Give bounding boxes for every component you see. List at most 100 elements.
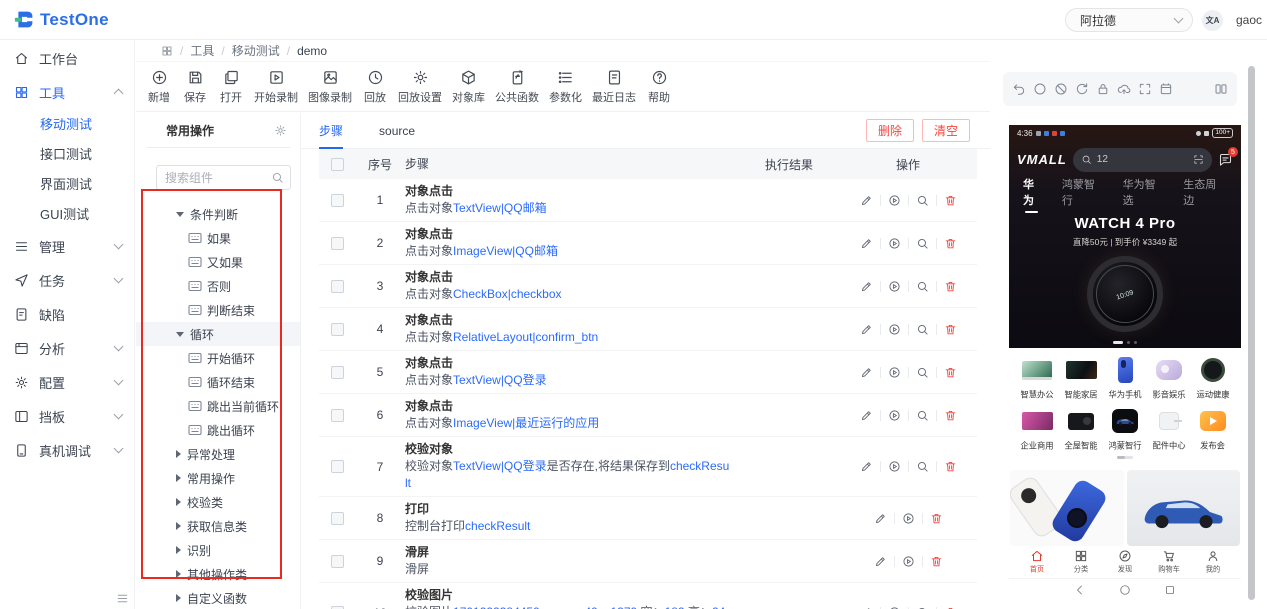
trash-icon[interactable] bbox=[944, 460, 957, 473]
nav-categories[interactable]: 分类 bbox=[1059, 549, 1103, 575]
clear-button[interactable]: 清空 bbox=[921, 119, 970, 142]
sidebar-collapse-icon[interactable] bbox=[116, 592, 129, 605]
sidebar-item-api-test[interactable]: 接口测试 bbox=[0, 138, 134, 168]
new-button[interactable]: 新增 bbox=[144, 69, 174, 105]
phones-promo-card[interactable] bbox=[1010, 470, 1124, 546]
tree-item-else[interactable]: 否则 bbox=[136, 274, 300, 298]
tree-group-recognition[interactable]: 识别 bbox=[136, 538, 300, 562]
components-settings-icon[interactable] bbox=[274, 124, 287, 137]
play-icon[interactable] bbox=[888, 409, 901, 422]
sidebar-item-ui-test[interactable]: 界面测试 bbox=[0, 168, 134, 198]
play-icon[interactable] bbox=[888, 323, 901, 336]
category-launch-event[interactable]: 发布会 bbox=[1191, 406, 1235, 452]
nav-home[interactable]: 首页 bbox=[1015, 549, 1059, 575]
android-home-icon[interactable] bbox=[1119, 584, 1131, 596]
sidebar-item-defects[interactable]: 缺陷 bbox=[0, 298, 134, 330]
breadcrumb-tools[interactable]: 工具 bbox=[190, 42, 214, 59]
edit-icon[interactable] bbox=[874, 512, 887, 525]
tree-item-break-loop[interactable]: 跳出循环 bbox=[136, 418, 300, 442]
category-smart-home[interactable]: 智能家居 bbox=[1059, 355, 1103, 401]
hero-banner[interactable]: WATCH 4 Pro 直降50元 | 到手价 ¥3349 起 10:09 bbox=[1009, 205, 1241, 344]
search-icon[interactable] bbox=[916, 460, 929, 473]
tree-group-common-ops[interactable]: 常用操作 bbox=[136, 466, 300, 490]
start-record-button[interactable]: 开始录制 bbox=[252, 69, 300, 105]
split-screen-icon[interactable] bbox=[1214, 82, 1228, 96]
object-link[interactable]: TextView|QQ邮箱 bbox=[453, 201, 547, 215]
object-link[interactable]: TextView|QQ登录 bbox=[453, 373, 547, 387]
delete-button[interactable]: 删除 bbox=[865, 119, 914, 142]
sidebar-item-manage[interactable]: 管理 bbox=[0, 230, 134, 262]
search-icon[interactable] bbox=[916, 237, 929, 250]
select-all-checkbox[interactable] bbox=[330, 157, 344, 171]
category-sport-health[interactable]: 运动健康 bbox=[1191, 355, 1235, 401]
sidebar-item-tasks[interactable]: 任务 bbox=[0, 264, 134, 296]
edit-icon[interactable] bbox=[860, 460, 873, 473]
object-link[interactable]: ImageView|最近运行的应用 bbox=[453, 416, 599, 430]
trash-icon[interactable] bbox=[944, 280, 957, 293]
edit-icon[interactable] bbox=[874, 555, 887, 568]
edit-icon[interactable] bbox=[860, 194, 873, 207]
tree-item-loop-end[interactable]: 循环结束 bbox=[136, 370, 300, 394]
category-smart-office[interactable]: 智慧办公 bbox=[1015, 355, 1059, 401]
car-promo-card[interactable] bbox=[1126, 470, 1240, 546]
category-whole-house[interactable]: 全屋智能 bbox=[1059, 406, 1103, 452]
tree-item-endif[interactable]: 判断结束 bbox=[136, 298, 300, 322]
row-checkbox[interactable] bbox=[330, 554, 344, 568]
sidebar-item-real-device-debug[interactable]: 真机调试 bbox=[0, 434, 134, 466]
category-accessories[interactable]: 配件中心 bbox=[1147, 406, 1191, 452]
row-checkbox[interactable] bbox=[330, 236, 344, 250]
play-icon[interactable] bbox=[888, 366, 901, 379]
row-checkbox[interactable] bbox=[330, 279, 344, 293]
edit-icon[interactable] bbox=[860, 323, 873, 336]
android-recents-icon[interactable] bbox=[1164, 584, 1176, 596]
replay-button[interactable]: 回放 bbox=[360, 69, 390, 105]
refresh-icon[interactable] bbox=[1075, 82, 1089, 96]
breadcrumb-mobile-test[interactable]: 移动测试 bbox=[232, 42, 280, 59]
circle-icon[interactable] bbox=[1033, 82, 1047, 96]
row-checkbox[interactable] bbox=[330, 193, 344, 207]
object-link[interactable]: TextView|QQ登录 bbox=[453, 459, 547, 473]
variable-link[interactable]: checkResult bbox=[465, 519, 530, 533]
tree-item-if[interactable]: 如果 bbox=[136, 226, 300, 250]
trash-icon[interactable] bbox=[944, 237, 957, 250]
undo-icon[interactable] bbox=[1012, 82, 1026, 96]
image-link[interactable]: 1701222384459.png bbox=[453, 605, 563, 609]
search-icon[interactable] bbox=[916, 323, 929, 336]
env-select[interactable]: 阿拉德 bbox=[1065, 8, 1193, 32]
scan-icon[interactable] bbox=[1193, 154, 1204, 165]
sidebar-item-tools[interactable]: 工具 bbox=[0, 76, 134, 108]
trash-icon[interactable] bbox=[930, 555, 943, 568]
parameterize-button[interactable]: 参数化 bbox=[547, 69, 584, 105]
search-icon[interactable] bbox=[916, 409, 929, 422]
tree-group-loop[interactable]: 循环 bbox=[136, 322, 300, 346]
language-avatar-button[interactable]: 文A bbox=[1202, 10, 1223, 31]
sidebar-item-analysis[interactable]: 分析 bbox=[0, 332, 134, 364]
ban-icon[interactable] bbox=[1054, 82, 1068, 96]
play-icon[interactable] bbox=[888, 460, 901, 473]
scrollbar[interactable] bbox=[1248, 66, 1255, 600]
row-checkbox[interactable] bbox=[330, 511, 344, 525]
tree-group-other-ops[interactable]: 其他操作类 bbox=[136, 562, 300, 586]
trash-icon[interactable] bbox=[930, 512, 943, 525]
trash-icon[interactable] bbox=[944, 409, 957, 422]
open-button[interactable]: 打开 bbox=[216, 69, 246, 105]
app-tab-select[interactable]: 华为智选 bbox=[1123, 176, 1167, 208]
device-screen[interactable]: 4:36 100+ VMALL 12 5 华为 鸿蒙智行 华为智选 生态周边 W… bbox=[1009, 125, 1241, 601]
tree-item-break-current-loop[interactable]: 跳出当前循环 bbox=[136, 394, 300, 418]
nav-me[interactable]: 我的 bbox=[1191, 549, 1235, 575]
android-back-icon[interactable] bbox=[1074, 584, 1086, 596]
object-link[interactable]: RelativeLayout|confirm_btn bbox=[453, 330, 598, 344]
edit-icon[interactable] bbox=[860, 366, 873, 379]
play-icon[interactable] bbox=[888, 237, 901, 250]
row-checkbox[interactable] bbox=[330, 365, 344, 379]
row-checkbox[interactable] bbox=[330, 408, 344, 422]
edit-icon[interactable] bbox=[860, 280, 873, 293]
search-icon[interactable] bbox=[271, 171, 284, 184]
search-icon[interactable] bbox=[916, 194, 929, 207]
window-icon[interactable] bbox=[1159, 82, 1173, 96]
help-button[interactable]: 帮助 bbox=[644, 69, 674, 105]
category-enterprise[interactable]: 企业商用 bbox=[1015, 406, 1059, 452]
messages-icon[interactable]: 5 bbox=[1218, 147, 1238, 167]
tree-item-loop-start[interactable]: 开始循环 bbox=[136, 346, 300, 370]
object-link[interactable]: ImageView|QQ邮箱 bbox=[453, 244, 558, 258]
